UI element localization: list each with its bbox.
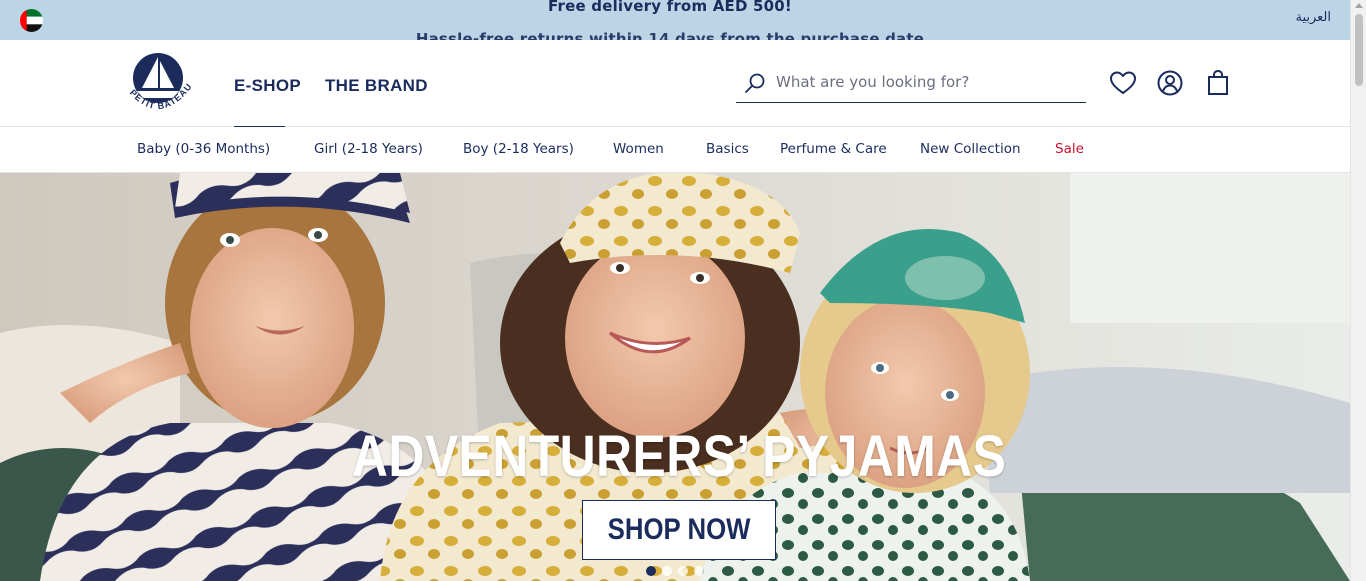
nav-the-brand[interactable]: THE BRAND bbox=[325, 76, 428, 96]
category-girl[interactable]: Girl (2-18 Years) bbox=[314, 141, 423, 157]
shopping-bag-icon[interactable] bbox=[1203, 68, 1233, 98]
heart-icon[interactable] bbox=[1108, 68, 1138, 98]
category-perfume-care[interactable]: Perfume & Care bbox=[780, 141, 887, 157]
page-scrollbar[interactable] bbox=[1350, 0, 1366, 581]
account-icon[interactable] bbox=[1155, 68, 1185, 98]
nav-eshop[interactable]: E-SHOP bbox=[234, 76, 301, 96]
category-women[interactable]: Women bbox=[613, 141, 664, 157]
site-header: PETIT BATEAU E-SHOP THE BRAND bbox=[0, 40, 1350, 128]
announcement-bar: Free delivery from AED 500! Hassle-free … bbox=[0, 0, 1350, 40]
scroll-thumb[interactable] bbox=[1355, 14, 1363, 86]
carousel-dot[interactable] bbox=[662, 566, 672, 576]
search-bar[interactable] bbox=[736, 62, 1086, 103]
petit-bateau-logo[interactable]: PETIT BATEAU bbox=[119, 48, 197, 120]
shop-now-button[interactable]: SHOP NOW bbox=[582, 500, 776, 560]
category-new-collection[interactable]: New Collection bbox=[920, 141, 1021, 157]
carousel-dot[interactable] bbox=[678, 566, 688, 576]
category-boy[interactable]: Boy (2-18 Years) bbox=[463, 141, 574, 157]
category-baby[interactable]: Baby (0-36 Months) bbox=[137, 141, 270, 157]
scroll-up-arrow-icon[interactable] bbox=[1355, 3, 1363, 8]
carousel-dot[interactable] bbox=[694, 566, 704, 576]
category-sale[interactable]: Sale bbox=[1055, 141, 1084, 157]
language-switch-link[interactable]: العربية bbox=[1295, 10, 1331, 25]
category-nav: Baby (0-36 Months) Girl (2-18 Years) Boy… bbox=[0, 127, 1350, 173]
carousel-dots bbox=[646, 566, 704, 576]
category-basics[interactable]: Basics bbox=[706, 141, 749, 157]
search-input[interactable] bbox=[776, 68, 1076, 96]
hero-banner[interactable]: ADVENTURERS’ PYJAMAS SHOP NOW bbox=[0, 173, 1350, 581]
carousel-dot[interactable] bbox=[646, 566, 656, 576]
search-icon[interactable] bbox=[744, 72, 766, 94]
returns-message: Hassle-free returns within 14 days from … bbox=[415, 30, 925, 40]
free-delivery-message: Free delivery from AED 500! bbox=[548, 0, 792, 15]
hero-title: ADVENTURERS’ PYJAMAS bbox=[351, 424, 1007, 489]
shop-now-label: SHOP NOW bbox=[607, 513, 751, 546]
